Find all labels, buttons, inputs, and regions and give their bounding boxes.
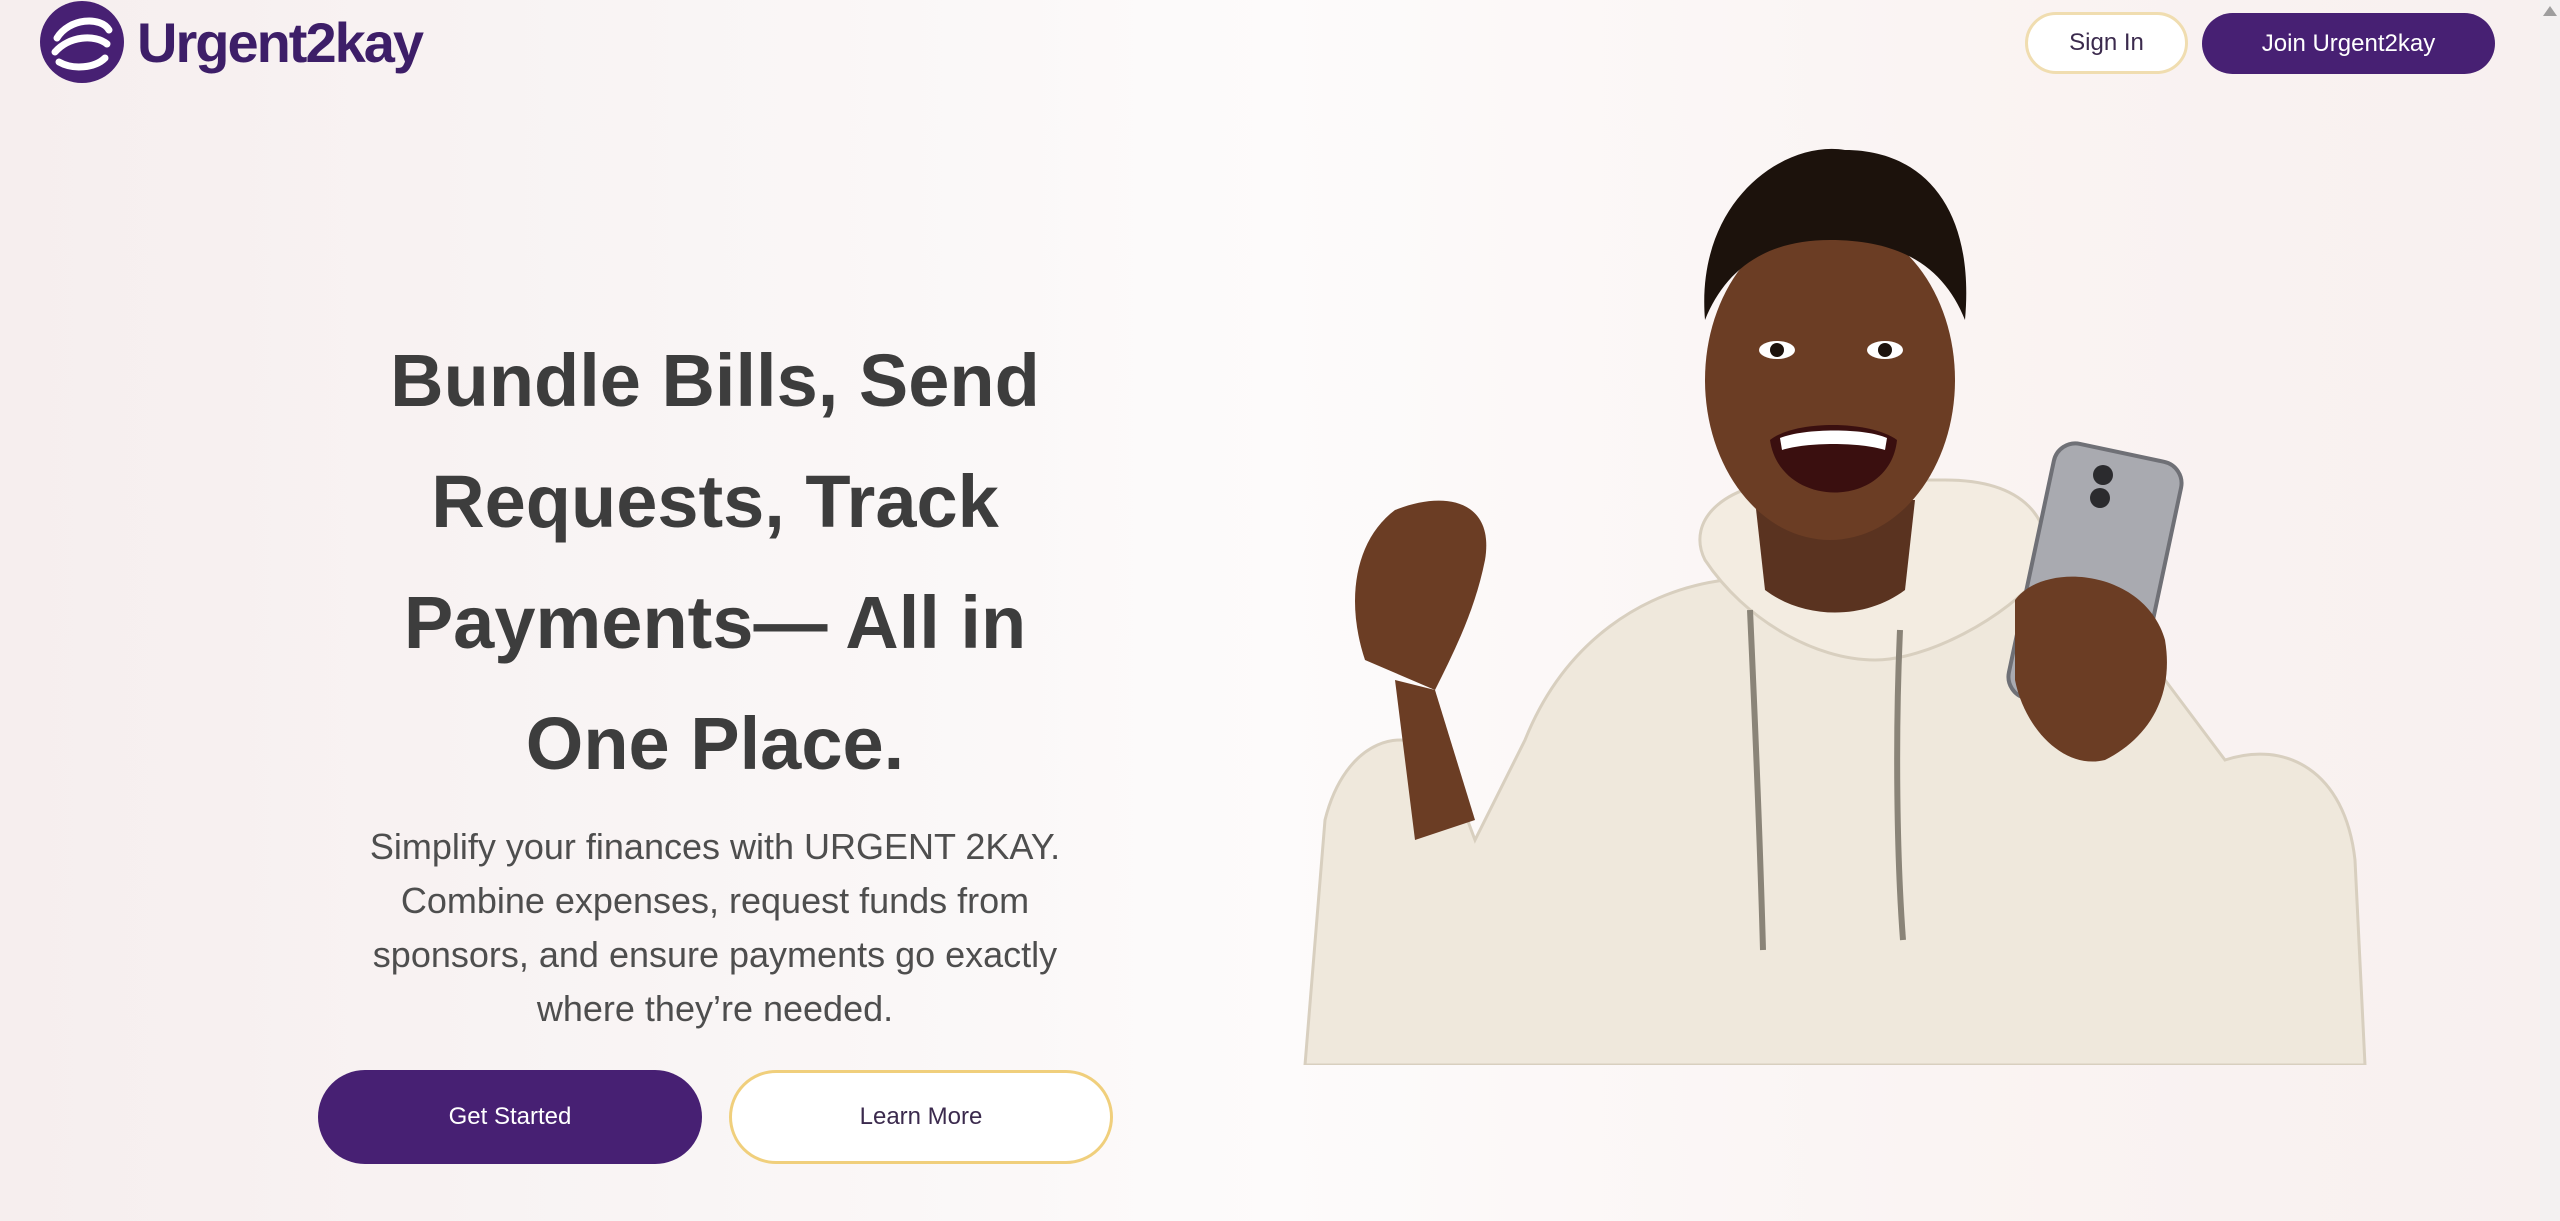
hero-title-line: One Place.	[525, 702, 905, 785]
hero-title-line: Payments— All in	[403, 581, 1027, 664]
hero-subtitle: Simplify your finances with URGENT 2KAY.…	[330, 820, 1100, 1036]
hero-subtitle-line: where they’re needed.	[536, 988, 894, 1029]
brand-logo-icon	[40, 1, 124, 83]
hero-title-line: Bundle Bills, Send	[390, 339, 1040, 422]
page-scrollbar[interactable]	[2540, 0, 2560, 1221]
sign-in-button[interactable]: Sign In	[2025, 12, 2188, 74]
hero-title-line: Requests, Track	[431, 460, 999, 543]
hero-subtitle-line: Simplify your finances with URGENT 2KAY.	[369, 826, 1061, 867]
landing-page: Urgent2kay Sign In Join Urgent2kay Bundl…	[0, 0, 2560, 1221]
hero-title: Bundle Bills, Send Requests, Track Payme…	[300, 320, 1130, 804]
learn-more-button[interactable]: Learn More	[729, 1070, 1113, 1164]
brand-name: Urgent2kay	[137, 10, 424, 74]
hero-person-image	[1303, 148, 2367, 1065]
brand-logo[interactable]: Urgent2kay	[39, 0, 424, 84]
hero-subtitle-line: Combine expenses, request funds from	[400, 880, 1030, 921]
hero-subtitle-line: sponsors, and ensure payments go exactly	[372, 934, 1058, 975]
get-started-button[interactable]: Get Started	[318, 1070, 702, 1164]
chevron-up-icon[interactable]	[2543, 6, 2557, 16]
join-button[interactable]: Join Urgent2kay	[2202, 13, 2495, 74]
